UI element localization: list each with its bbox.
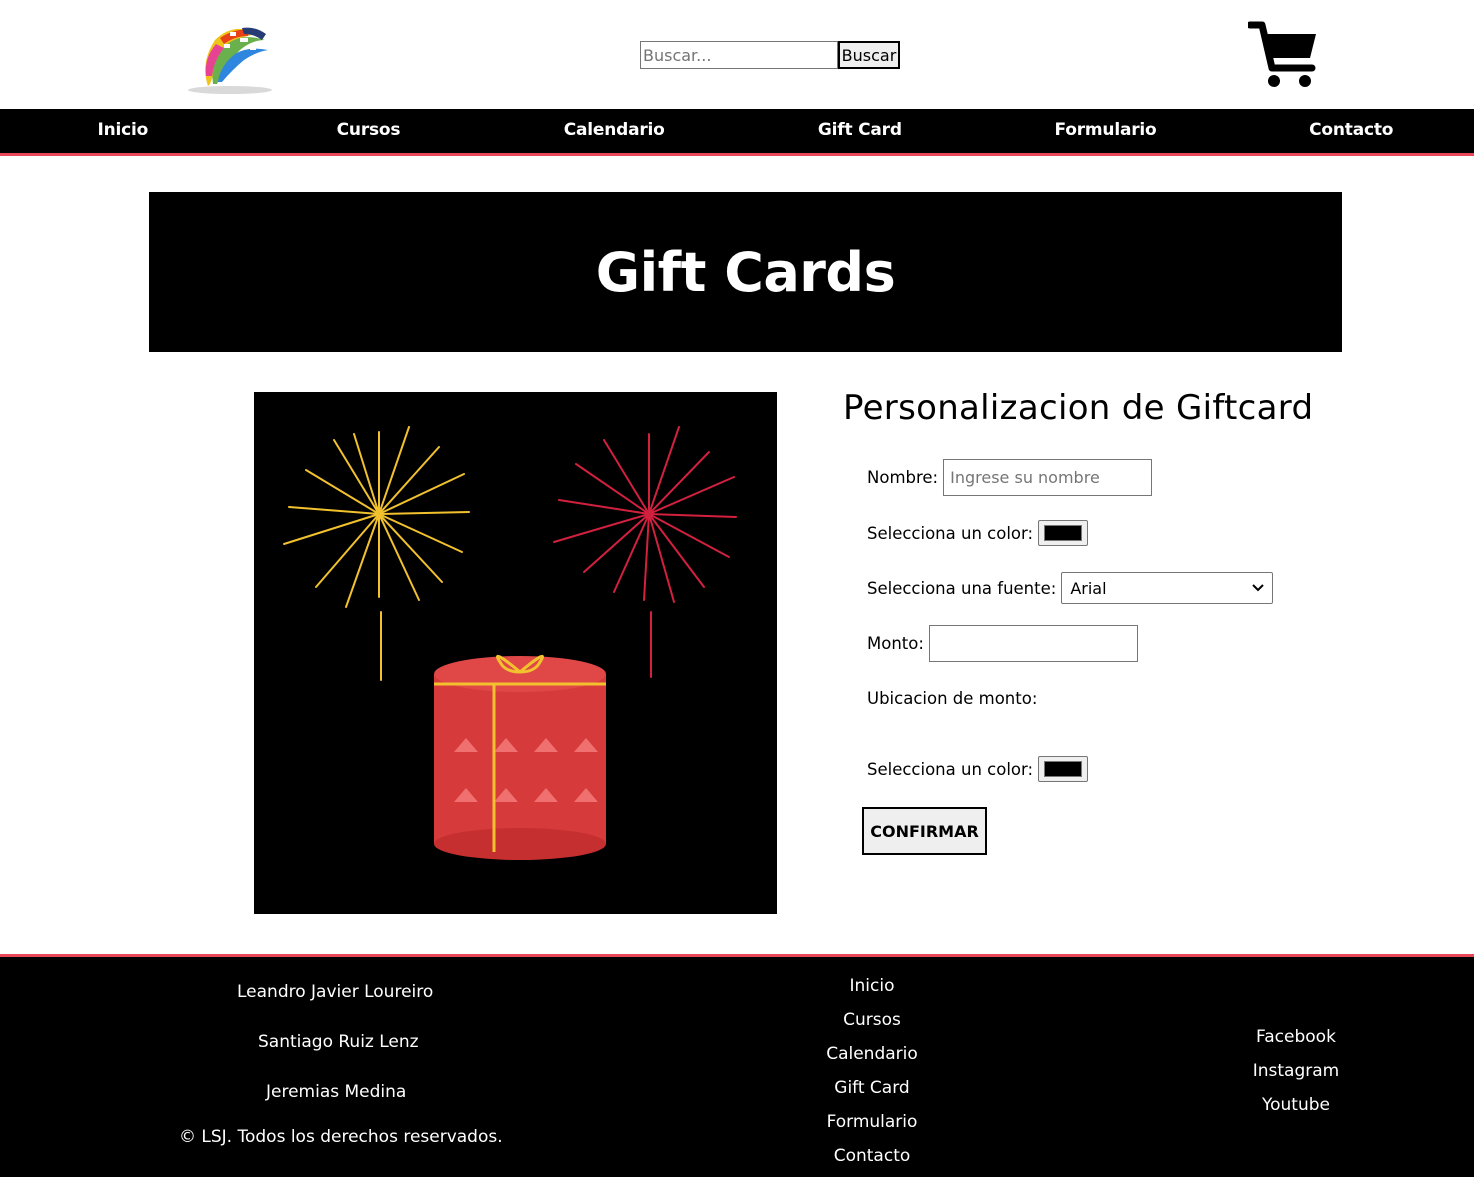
author-3: Jeremias Medina — [266, 1082, 407, 1102]
author-1: Leandro Javier Loureiro — [237, 982, 434, 1002]
amount-label: Monto: — [867, 634, 924, 653]
color2-picker[interactable] — [1038, 756, 1089, 782]
nav-item-calendario[interactable]: Calendario — [491, 109, 737, 153]
font-row: Selecciona una fuente: Arial — [867, 572, 1274, 604]
social-link-youtube[interactable]: Youtube — [1262, 1088, 1330, 1122]
footer-link-cursos[interactable]: Cursos — [843, 1003, 901, 1037]
footer-link-contacto[interactable]: Contacto — [834, 1139, 911, 1173]
gift-box — [434, 654, 606, 860]
nav-item-gift-card[interactable]: Gift Card — [737, 109, 983, 153]
color2-label: Selecciona un color: — [867, 759, 1034, 779]
globe-logo-icon[interactable] — [180, 18, 280, 98]
firework-yellow — [283, 426, 470, 681]
page-title: Gift Cards — [595, 240, 896, 304]
shopping-cart-icon[interactable] — [1246, 20, 1320, 90]
color-picker[interactable] — [1038, 520, 1089, 546]
name-row: Nombre: — [867, 459, 1153, 496]
color-label: Selecciona un color: — [867, 523, 1034, 543]
site-header: Buscar — [0, 0, 1474, 109]
nav-item-inicio[interactable]: Inicio — [0, 109, 246, 153]
color2-row: Selecciona un color: — [867, 756, 1089, 782]
chevron-down-icon — [1252, 584, 1265, 592]
confirm-button[interactable]: CONFIRMAR — [862, 807, 987, 855]
amount-position-row: Ubicacion de monto: — [867, 689, 1042, 708]
page-banner: Gift Cards — [149, 192, 1342, 352]
site-footer: Leandro Javier Loureiro Santiago Ruiz Le… — [0, 954, 1474, 1177]
font-label: Selecciona una fuente: — [867, 578, 1057, 598]
nav-item-contacto[interactable]: Contacto — [1228, 109, 1474, 153]
font-select-value: Arial — [1070, 578, 1107, 598]
footer-link-calendario[interactable]: Calendario — [826, 1037, 918, 1071]
amount-field[interactable] — [928, 625, 1138, 662]
nav-item-cursos[interactable]: Cursos — [246, 109, 492, 153]
copyright: © LSJ. Todos los derechos reservados. — [179, 1127, 503, 1147]
form-title: Personalizacion de Giftcard — [843, 388, 1314, 428]
footer-link-formulario[interactable]: Formulario — [827, 1105, 918, 1139]
main-nav: Inicio Cursos Calendario Gift Card Formu… — [0, 109, 1474, 156]
name-field[interactable] — [943, 459, 1153, 496]
footer-nav: Inicio Cursos Calendario Gift Card Formu… — [772, 969, 972, 1173]
name-label: Nombre: — [867, 468, 939, 487]
nav-item-formulario[interactable]: Formulario — [983, 109, 1229, 153]
search-button[interactable]: Buscar — [838, 41, 900, 69]
firework-red — [553, 426, 737, 678]
footer-social: Facebook Instagram Youtube — [1196, 1020, 1396, 1122]
search-input[interactable] — [640, 41, 838, 69]
amount-position-label: Ubicacion de monto: — [867, 689, 1038, 708]
search-form: Buscar — [640, 41, 900, 69]
footer-link-inicio[interactable]: Inicio — [850, 969, 895, 1003]
author-2: Santiago Ruiz Lenz — [258, 1032, 419, 1052]
color-row: Selecciona un color: — [867, 520, 1089, 546]
social-link-facebook[interactable]: Facebook — [1256, 1020, 1336, 1054]
footer-link-gift-card[interactable]: Gift Card — [834, 1071, 909, 1105]
gift-card-preview-image — [254, 392, 777, 914]
amount-row: Monto: — [867, 625, 1138, 662]
font-select[interactable]: Arial — [1061, 572, 1274, 604]
social-link-instagram[interactable]: Instagram — [1253, 1054, 1340, 1088]
